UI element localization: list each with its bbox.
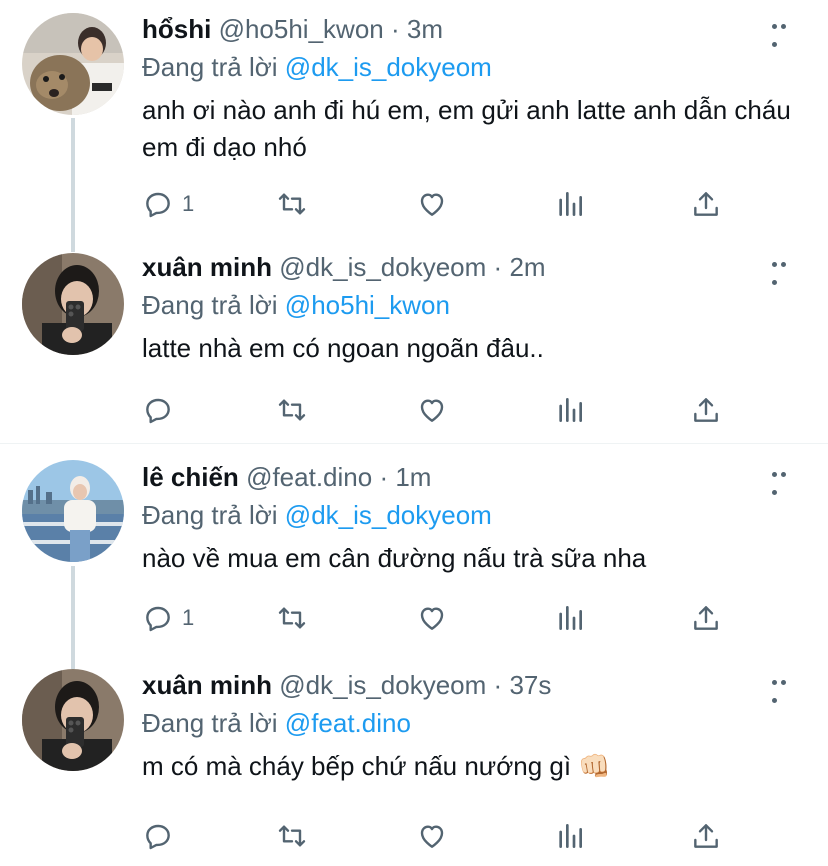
more-icon[interactable] [772, 672, 798, 703]
timestamp[interactable]: 1m [395, 462, 431, 492]
action-bar [142, 818, 742, 854]
display-name[interactable]: xuân minh [142, 252, 272, 282]
like-icon [420, 399, 444, 422]
analytics-icon [559, 824, 582, 848]
analytics-button[interactable] [554, 600, 586, 636]
tweet-text: m có mà cháy bếp chứ nấu nướng gì 👊🏻 [142, 751, 611, 781]
display-name[interactable]: xuân minh [142, 670, 272, 700]
share-button[interactable] [690, 600, 722, 636]
more-icon[interactable] [772, 16, 798, 47]
display-name[interactable]: hổshi [142, 14, 211, 44]
user-handle[interactable]: @dk_is_dokyeom [279, 252, 486, 282]
replying-to: Đang trả lời @dk_is_dokyeom [142, 498, 492, 532]
like-button[interactable] [416, 186, 448, 222]
like-icon [420, 607, 444, 630]
action-bar: 1 [142, 600, 742, 636]
separator-dot: · [379, 462, 389, 492]
replying-label: Đang trả lời [142, 708, 278, 738]
analytics-icon [559, 398, 582, 422]
replying-to: Đang trả lời @dk_is_dokyeom [142, 50, 492, 84]
tweet-header: lê chiến @feat.dino · 1m [142, 460, 431, 494]
replying-label: Đang trả lời [142, 290, 278, 320]
replying-to: Đang trả lời @feat.dino [142, 706, 411, 740]
tweet-header: hổshi @ho5hi_kwon · 3m [142, 12, 443, 46]
avatar[interactable] [22, 460, 124, 562]
reply-count: 1 [182, 605, 195, 630]
retweet-button[interactable] [276, 392, 308, 428]
analytics-button[interactable] [554, 392, 586, 428]
like-button[interactable] [416, 818, 448, 854]
like-icon [420, 193, 444, 216]
share-button[interactable] [690, 818, 722, 854]
mention-link[interactable]: @dk_is_dokyeom [285, 52, 492, 82]
user-handle[interactable]: @ho5hi_kwon [219, 14, 384, 44]
replying-to: Đang trả lời @ho5hi_kwon [142, 288, 450, 322]
reply-button[interactable] [142, 392, 182, 428]
retweet-icon [278, 193, 306, 215]
avatar[interactable] [22, 669, 124, 771]
like-icon [420, 825, 444, 848]
retweet-icon [278, 399, 306, 421]
action-bar [142, 392, 742, 428]
analytics-icon [559, 192, 582, 216]
retweet-icon [278, 825, 306, 847]
tweet[interactable]: xuân minh @dk_is_dokyeom · 37s Đang trả … [0, 656, 828, 866]
tweet[interactable]: lê chiến @feat.dino · 1m Đang trả lời @d… [0, 448, 828, 653]
timestamp[interactable]: 37s [509, 670, 551, 700]
tweet-text: latte nhà em có ngoan ngoãn đâu.. [142, 333, 544, 363]
more-icon[interactable] [772, 254, 798, 285]
replying-label: Đang trả lời [142, 500, 278, 530]
share-icon [694, 824, 718, 848]
user-handle[interactable]: @feat.dino [246, 462, 372, 492]
share-button[interactable] [690, 392, 722, 428]
separator-dot: · [493, 670, 503, 700]
mention-link[interactable]: @dk_is_dokyeom [285, 500, 492, 530]
tweet-header: xuân minh @dk_is_dokyeom · 37s [142, 668, 551, 702]
avatar[interactable] [22, 253, 124, 355]
share-icon [694, 398, 718, 422]
share-icon [694, 606, 718, 630]
separator-dot: · [493, 252, 503, 282]
separator-dot: · [390, 14, 400, 44]
tweet-header: xuân minh @dk_is_dokyeom · 2m [142, 250, 546, 284]
replying-label: Đang trả lời [142, 52, 278, 82]
retweet-button[interactable] [276, 600, 308, 636]
analytics-button[interactable] [554, 818, 586, 854]
reply-button[interactable]: 1 [142, 600, 194, 636]
retweet-button[interactable] [276, 186, 308, 222]
analytics-icon [559, 606, 582, 630]
tweet-text: anh ơi nào anh đi hú em, em gửi anh latt… [142, 95, 791, 162]
share-icon [694, 192, 718, 216]
mention-link[interactable]: @feat.dino [285, 708, 411, 738]
tweet[interactable]: xuân minh @dk_is_dokyeom · 2m Đang trả l… [0, 238, 828, 443]
reply-icon [146, 606, 170, 632]
reply-icon [146, 824, 170, 850]
timestamp[interactable]: 2m [509, 252, 545, 282]
share-button[interactable] [690, 186, 722, 222]
reply-icon [146, 192, 170, 218]
tweet-text: nào về mua em cân đường nấu trà sữa nha [142, 543, 647, 573]
tweet[interactable]: hổshi @ho5hi_kwon · 3m Đang trả lời @dk_… [0, 0, 828, 238]
retweet-icon [278, 607, 306, 629]
reply-icon [146, 398, 170, 424]
divider [0, 443, 828, 444]
reply-button[interactable] [142, 818, 182, 854]
action-bar: 1 [142, 186, 742, 222]
timestamp[interactable]: 3m [407, 14, 443, 44]
like-button[interactable] [416, 392, 448, 428]
reply-count: 1 [182, 191, 195, 216]
avatar[interactable] [22, 13, 124, 115]
retweet-button[interactable] [276, 818, 308, 854]
reply-button[interactable]: 1 [142, 186, 194, 222]
mention-link[interactable]: @ho5hi_kwon [285, 290, 450, 320]
more-icon[interactable] [772, 464, 798, 495]
analytics-button[interactable] [554, 186, 586, 222]
user-handle[interactable]: @dk_is_dokyeom [279, 670, 486, 700]
like-button[interactable] [416, 600, 448, 636]
display-name[interactable]: lê chiến [142, 462, 239, 492]
